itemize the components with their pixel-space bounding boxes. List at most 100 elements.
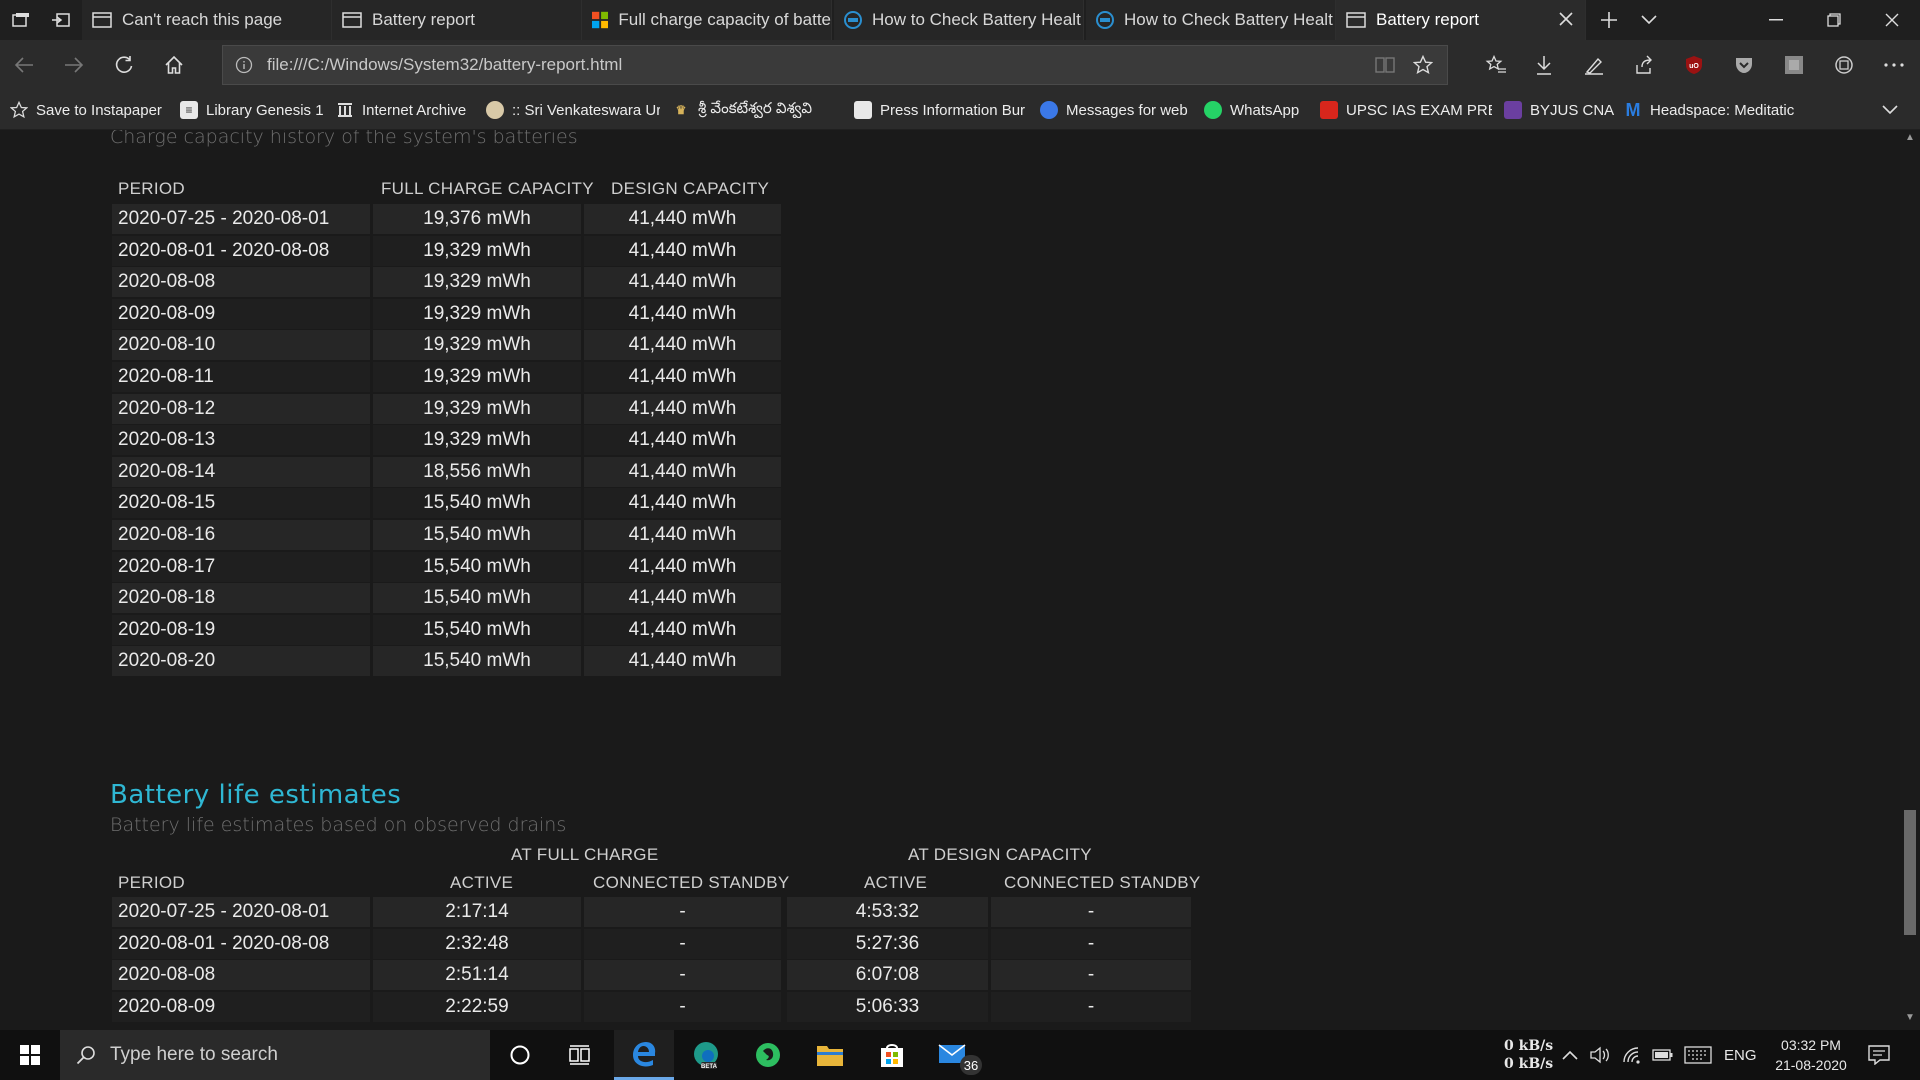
scrollbar-thumb[interactable]: [1904, 810, 1916, 935]
favorite-label: BYJUS CNA: [1530, 101, 1615, 119]
address-bar[interactable]: file:///C:/Windows/System32/battery-repo…: [222, 45, 1448, 85]
cortana-circle-icon[interactable]: [490, 1030, 550, 1080]
extension-icon[interactable]: [1776, 47, 1812, 83]
tab-actions-icon[interactable]: [0, 0, 42, 40]
table-row: 2020-08-18 15,540 mWh 41,440 mWh: [112, 583, 784, 613]
action-center-icon[interactable]: [1868, 1030, 1890, 1080]
restore-icon[interactable]: [1806, 0, 1862, 40]
tab-preview-chevron-down-icon[interactable]: [1628, 0, 1670, 40]
share-icon[interactable]: [1626, 47, 1662, 83]
favorite-label: Messages for web: [1066, 101, 1188, 119]
tab-label: Full charge capacity of batte: [618, 10, 831, 29]
scroll-up-icon[interactable]: ▲: [1900, 132, 1920, 148]
favorite-press-information[interactable]: Press Information Bur: [854, 90, 1028, 130]
volume-icon[interactable]: [1590, 1030, 1612, 1080]
forward-arrow-icon[interactable]: [56, 47, 92, 83]
pen-icon[interactable]: [1576, 47, 1612, 83]
collections-extension-icon[interactable]: [1826, 47, 1862, 83]
microsoft-store-icon[interactable]: [862, 1030, 922, 1080]
design-capacity-cell: 41,440 mWh: [584, 520, 781, 550]
input-language[interactable]: ENG: [1724, 1030, 1757, 1080]
favorite-label: Press Information Bur: [880, 101, 1026, 119]
table-row: 2020-08-12 19,329 mWh 41,440 mWh: [112, 394, 784, 424]
favorite-internet-archive[interactable]: Internet Archive: [336, 90, 476, 130]
url-text[interactable]: file:///C:/Windows/System32/battery-repo…: [267, 55, 622, 75]
tab-battery-report-active[interactable]: Battery report: [1336, 0, 1586, 40]
table-row: 2020-07-25 - 2020-08-01 2:17:14-4:53:32-: [112, 897, 1194, 927]
battery-icon[interactable]: [1652, 1030, 1674, 1080]
downloads-icon[interactable]: [1526, 47, 1562, 83]
favorite-upsc[interactable]: UPSC IAS EXAM PREF: [1320, 90, 1492, 130]
show-hidden-icons-chevron-up-icon[interactable]: [1562, 1030, 1578, 1080]
close-window-icon[interactable]: [1864, 0, 1920, 40]
full-charge-cell: 15,540 mWh: [373, 583, 581, 613]
favorite-instapaper[interactable]: Save to Instapaper: [10, 90, 180, 130]
scroll-down-icon[interactable]: ▼: [1900, 1012, 1920, 1028]
edge-legacy-app-icon[interactable]: [614, 1030, 674, 1080]
start-windows-icon[interactable]: [0, 1030, 60, 1080]
pocket-extension-icon[interactable]: [1726, 47, 1762, 83]
favorite-star-icon[interactable]: [1413, 55, 1433, 75]
period-cell: 2020-08-20: [112, 646, 370, 676]
tab-how-to-check-2[interactable]: How to Check Battery Healt: [1086, 0, 1336, 40]
task-view-icon[interactable]: [550, 1030, 610, 1080]
favorite-messages[interactable]: Messages for web: [1040, 90, 1194, 130]
evernote-app-icon[interactable]: [738, 1030, 798, 1080]
university-seal-icon: [486, 101, 504, 119]
favorite-sri-venkateswara[interactable]: :: Sri Venkateswara Ur: [486, 90, 660, 130]
period-cell: 2020-08-08: [112, 960, 370, 990]
tab-full-charge[interactable]: Full charge capacity of batte: [582, 0, 832, 40]
set-aside-tabs-icon[interactable]: [40, 0, 82, 40]
clock-date: 21-08-2020: [1775, 1057, 1847, 1073]
ublock-extension-icon[interactable]: uO: [1676, 47, 1712, 83]
reading-view-icon[interactable]: [1375, 56, 1395, 74]
mail-app-icon[interactable]: 36: [924, 1030, 984, 1080]
touch-keyboard-icon[interactable]: [1684, 1030, 1712, 1080]
new-tab-icon[interactable]: [1588, 0, 1630, 40]
more-options-icon[interactable]: [1876, 47, 1912, 83]
refresh-icon[interactable]: [106, 47, 142, 83]
table-row: 2020-08-11 19,329 mWh 41,440 mWh: [112, 362, 784, 392]
file-explorer-icon[interactable]: [800, 1030, 860, 1080]
tab-label: Battery report: [372, 10, 475, 29]
header-design-capacity: DESIGN CAPACITY: [611, 179, 770, 198]
info-icon[interactable]: [235, 56, 253, 74]
page-icon: [342, 12, 362, 28]
page-scrollbar[interactable]: ▲ ▼: [1900, 130, 1920, 1030]
table-row: 2020-08-09 19,329 mWh 41,440 mWh: [112, 299, 784, 329]
full-charge-cell: 19,329 mWh: [373, 394, 581, 424]
full-charge-cell: 18,556 mWh: [373, 457, 581, 487]
wifi-icon[interactable]: [1622, 1030, 1644, 1080]
active-design-cell: 5:06:33: [787, 992, 988, 1022]
close-tab-icon[interactable]: [1557, 10, 1575, 28]
favorite-whatsapp[interactable]: WhatsApp: [1204, 90, 1310, 130]
period-cell: 2020-08-09: [112, 299, 370, 329]
full-charge-cell: 19,376 mWh: [373, 204, 581, 234]
favorite-byjus[interactable]: BYJUS CNA: [1504, 90, 1622, 130]
favorites-list-icon[interactable]: [1478, 47, 1514, 83]
archive-building-icon: [336, 101, 354, 119]
clock[interactable]: 03:32 PM 21-08-2020: [1766, 1030, 1856, 1080]
tab-how-to-check-1[interactable]: How to Check Battery Healt: [834, 0, 1084, 40]
favorite-label: Internet Archive: [362, 101, 467, 119]
back-arrow-icon[interactable]: [6, 47, 42, 83]
full-charge-cell: 15,540 mWh: [373, 615, 581, 645]
full-charge-cell: 19,329 mWh: [373, 267, 581, 297]
taskbar-search-box[interactable]: Type here to search: [60, 1030, 490, 1080]
tab-cant-reach[interactable]: Can't reach this page: [82, 0, 332, 40]
favorite-library-genesis[interactable]: ≡ Library Genesis 1: [180, 90, 328, 130]
full-charge-cell: 15,540 mWh: [373, 552, 581, 582]
standby-full-cell: -: [584, 897, 781, 927]
site-favicon-icon: [844, 11, 862, 29]
favorite-telugu-university[interactable]: ♛ శ్రీ వేంకటేశ్వర విశ్వవి: [672, 90, 842, 130]
favorites-more-chevron-down-icon[interactable]: [1882, 90, 1912, 130]
favorite-headspace[interactable]: M Headspace: Meditatic: [1624, 90, 1796, 130]
edge-beta-app-icon[interactable]: BETA: [676, 1030, 736, 1080]
tab-battery-report-1[interactable]: Battery report: [332, 0, 582, 40]
minimize-icon[interactable]: [1748, 0, 1804, 40]
home-icon[interactable]: [156, 47, 192, 83]
period-cell: 2020-08-08: [112, 267, 370, 297]
period-cell: 2020-08-16: [112, 520, 370, 550]
table-row: 2020-08-14 18,556 mWh 41,440 mWh: [112, 457, 784, 487]
header-standby-design: CONNECTED STANDBY: [1004, 873, 1201, 892]
